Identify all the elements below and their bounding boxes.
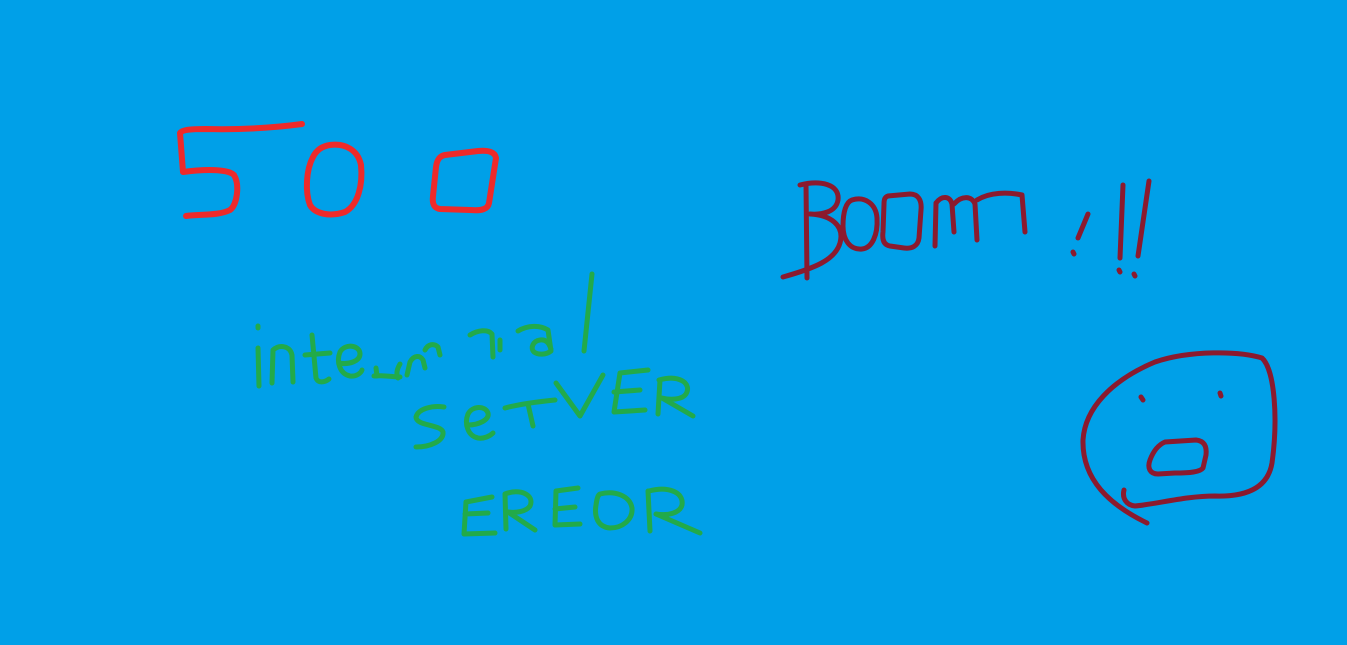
drawing-canvas <box>177 121 1278 537</box>
letter-b <box>780 180 844 281</box>
mouth <box>1146 437 1209 477</box>
letter-n2 <box>404 342 443 378</box>
letter-e <box>335 343 365 379</box>
letter-t <box>302 332 333 385</box>
letter-o1 <box>840 196 880 252</box>
letter-r <box>371 361 403 381</box>
letter-s <box>413 404 447 450</box>
letter-e4 <box>461 494 498 537</box>
letter-m <box>467 328 503 360</box>
error-page: { "colors": { "background": "#00a0e8", "… <box>0 0 1347 645</box>
letter-r4 <box>502 489 538 533</box>
letter-e3 <box>611 367 651 415</box>
letter-i <box>255 323 262 389</box>
letter-e2 <box>463 405 496 441</box>
internal-server-error-drawing <box>255 271 703 537</box>
right-eye <box>1217 390 1224 399</box>
letter-a <box>515 323 554 357</box>
letter-r3 <box>655 375 696 419</box>
digit-5 <box>177 121 305 219</box>
left-eye <box>1138 394 1146 403</box>
face-outline <box>1080 350 1278 526</box>
letter-o2 <box>880 191 924 251</box>
exclaim-3 <box>1131 178 1152 279</box>
letter-r6 <box>645 486 703 536</box>
digit-0-first <box>303 141 365 218</box>
exclaim-2 <box>1116 182 1126 275</box>
letter-m2 <box>932 190 1028 249</box>
letter-n <box>269 344 296 386</box>
boom-exclamation-drawing <box>780 178 1152 281</box>
exclaim-1 <box>1070 211 1091 257</box>
letter-r5 <box>552 485 583 528</box>
error-code-500-drawing <box>177 121 499 219</box>
surprised-face-drawing <box>1080 350 1278 526</box>
letter-o <box>593 490 635 531</box>
letter-l <box>581 271 595 354</box>
letter-r2 <box>502 397 558 429</box>
letter-v <box>553 372 606 419</box>
digit-0-second <box>429 147 499 214</box>
